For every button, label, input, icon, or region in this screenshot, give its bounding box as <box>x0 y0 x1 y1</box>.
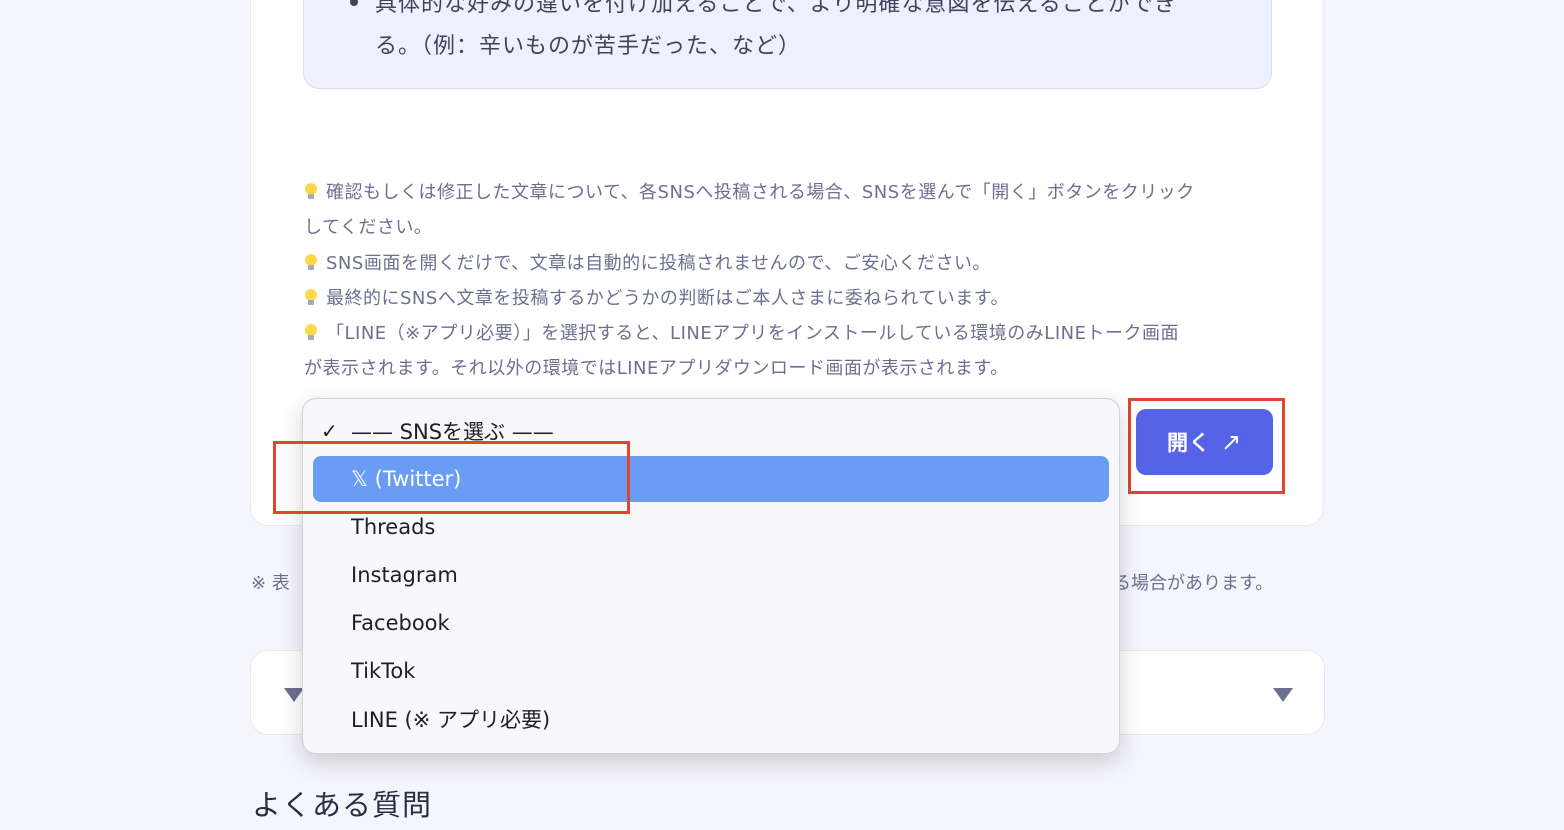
tip-line-1: 具体的な好みの違いを付け加えることで、より明確な意図を伝えることができ <box>375 0 1177 17</box>
chevron-down-icon[interactable] <box>1273 688 1293 702</box>
lightbulb-icon <box>304 183 318 199</box>
footnote-right: る場合があります。 <box>1113 573 1274 594</box>
footnote-left: ※ 表 <box>251 573 290 594</box>
option-tiktok[interactable]: TikTok <box>313 648 1109 694</box>
note-1: 確認もしくは修正した文章について、各SNSへ投稿される場合、SNSを選んで「開く… <box>304 178 1195 204</box>
check-icon: ✓ <box>321 419 338 443</box>
note-2-text: SNS画面を開くだけで、文章は自動的に投稿されませんので、ご安心ください。 <box>326 253 991 274</box>
note-4-text: 「LINE（※アプリ必要）」を選択すると、LINEアプリをインストールしている環… <box>326 323 1179 344</box>
note-1-text: 確認もしくは修正した文章について、各SNSへ投稿される場合、SNSを選んで「開く… <box>326 182 1195 203</box>
note-4: 「LINE（※アプリ必要）」を選択すると、LINEアプリをインストールしている環… <box>304 319 1179 345</box>
option-label: TikTok <box>351 659 416 683</box>
note-1-continued: してください。 <box>304 217 433 238</box>
option-facebook[interactable]: Facebook <box>313 600 1109 646</box>
option-label: LINE (※ アプリ必要) <box>351 708 551 732</box>
lightbulb-icon <box>304 324 318 340</box>
option-line[interactable]: LINE (※ アプリ必要) <box>313 696 1109 742</box>
lightbulb-icon <box>304 289 318 305</box>
tip-line-2: る。（例：辛いものが苦手だった、など） <box>375 34 802 59</box>
faq-heading: よくある質問 <box>252 788 433 822</box>
option-label: Instagram <box>351 563 458 587</box>
triangle-down-icon <box>284 688 304 702</box>
highlight-box-x-option <box>273 441 630 514</box>
note-3: 最終的にSNSへ文章を投稿するかどうかの判断はご本人さまに委ねられています。 <box>304 284 1009 310</box>
note-3-text: 最終的にSNSへ文章を投稿するかどうかの判断はご本人さまに委ねられています。 <box>326 288 1009 309</box>
option-instagram[interactable]: Instagram <box>313 552 1109 598</box>
option-label: Threads <box>351 515 436 539</box>
note-2: SNS画面を開くだけで、文章は自動的に投稿されませんので、ご安心ください。 <box>304 249 991 275</box>
highlight-box-open-button <box>1128 398 1285 494</box>
note-4-continued: が表示されます。それ以外の環境ではLINEアプリダウンロード画面が表示されます。 <box>304 358 1009 379</box>
lightbulb-icon <box>304 254 318 270</box>
option-label: Facebook <box>351 611 450 635</box>
